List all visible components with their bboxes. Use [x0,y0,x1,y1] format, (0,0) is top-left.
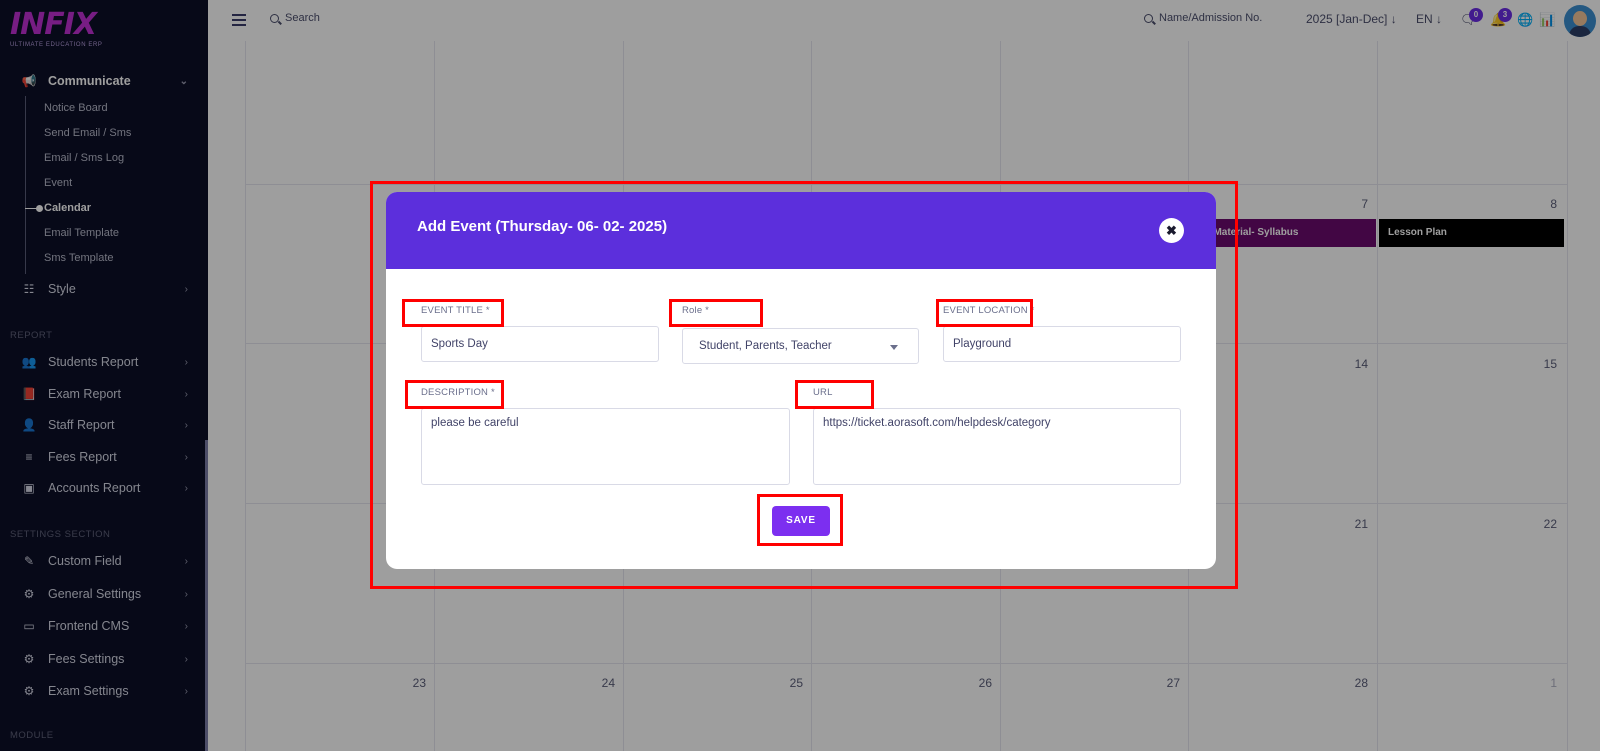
annotation-box-location [936,299,1033,327]
annotation-box-event-title [402,299,504,327]
annotation-box-description [405,380,504,409]
annotation-box-save [757,494,843,546]
annotation-box-url [795,380,874,409]
app-window: INFIX ULTIMATE EDUCATION ERP 📢 Communica… [0,0,1600,751]
annotation-box-role [669,299,763,327]
